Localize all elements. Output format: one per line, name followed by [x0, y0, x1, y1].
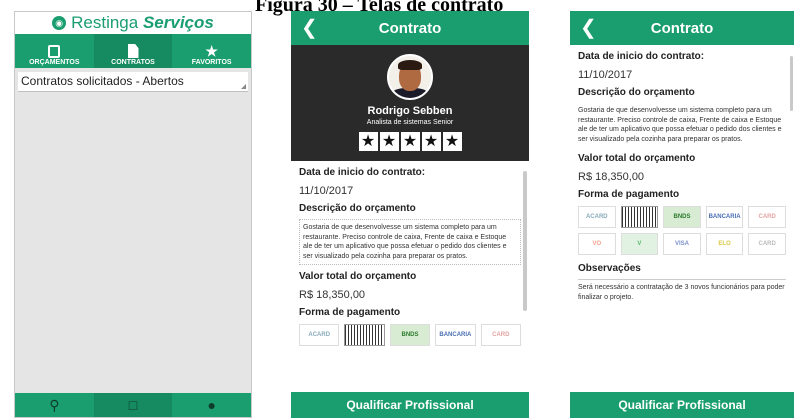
- scrollbar[interactable]: [790, 56, 793, 111]
- date-value: 11/10/2017: [299, 185, 354, 197]
- tab-contratos[interactable]: CONTRATOS: [93, 34, 173, 68]
- brand-mark-icon: ◉: [52, 16, 67, 30]
- observations-text: Será necessário a contratação de 3 novos…: [578, 279, 786, 305]
- star-icon: ★: [400, 132, 420, 151]
- search-icon[interactable]: ⚲: [15, 393, 94, 417]
- star-icon: ★: [379, 132, 399, 151]
- star-icon: ★: [421, 132, 441, 151]
- payment-boleto-icon[interactable]: [620, 206, 659, 228]
- user-icon[interactable]: ●: [172, 393, 251, 417]
- observations-label: Observações: [578, 263, 641, 274]
- payment-methods: ACARD BNDS BANCARIA CARD: [299, 324, 521, 346]
- payment-card-icon[interactable]: CARD: [480, 324, 521, 346]
- description-label: Descrição do orçamento: [299, 203, 416, 214]
- star-icon: ★: [442, 132, 462, 151]
- payment-card-icon[interactable]: CARD: [748, 206, 786, 228]
- payment-bndes-icon[interactable]: BNDS: [389, 324, 431, 346]
- payment-card-icon[interactable]: CARD: [748, 233, 786, 255]
- brand-suffix: Serviços: [142, 13, 214, 32]
- payment-boleto-icon[interactable]: [344, 324, 385, 346]
- payment-card-icon[interactable]: ACARD: [299, 324, 340, 346]
- payment-label: Forma de pagamento: [299, 307, 401, 318]
- qualificar-profissional-button[interactable]: Qualificar Profissional: [291, 392, 529, 418]
- bottom-nav: ⚲ □ ●: [15, 393, 251, 417]
- total-value: R$ 18,350,00: [299, 289, 366, 301]
- back-icon[interactable]: ❮: [580, 15, 597, 40]
- total-value: R$ 18,350,00: [578, 171, 645, 183]
- clipboard-check-icon: [48, 45, 61, 58]
- top-tabs: ORÇAMENTOS CONTRATOS ★ FAVORITOS: [15, 34, 251, 68]
- header: ❮ Contrato: [291, 11, 529, 45]
- page-title: Contrato: [650, 19, 714, 37]
- date-label: Data de inicio do contrato:: [578, 51, 705, 62]
- tab-favoritos-label: FAVORITOS: [191, 59, 232, 66]
- star-icon: ★: [358, 132, 378, 151]
- payment-card-icon[interactable]: VO: [578, 233, 616, 255]
- avatar: [387, 54, 433, 100]
- payment-card-icon[interactable]: V: [620, 233, 659, 255]
- clipboard-icon[interactable]: □: [93, 393, 173, 417]
- payment-visa-icon[interactable]: VISA: [663, 233, 701, 255]
- payment-bndes-icon[interactable]: BNDS: [663, 206, 701, 228]
- date-label: Data de inicio do contrato:: [299, 167, 426, 178]
- payment-methods: ACARD BNDS BANCARIA CARD VO V VISA ELO C…: [578, 206, 786, 255]
- tab-contratos-label: CONTRATOS: [111, 59, 155, 66]
- description-text: Gostaria de que desenvolvesse um sistema…: [299, 219, 521, 265]
- brand-prefix: Restinga: [71, 13, 139, 32]
- tab-orcamentos-label: ORÇAMENTOS: [29, 59, 80, 66]
- payment-card-icon[interactable]: ACARD: [578, 206, 616, 228]
- description-text: Gostaria de que desenvolvesse um sistema…: [578, 107, 782, 143]
- qualificar-profissional-button[interactable]: Qualificar Profissional: [570, 392, 794, 418]
- date-value: 11/10/2017: [578, 69, 633, 81]
- description-label: Descrição do orçamento: [578, 87, 695, 98]
- rating-stars: ★ ★ ★ ★ ★: [358, 132, 462, 151]
- page-title: Contrato: [378, 19, 442, 37]
- contracts-filter-dropdown[interactable]: Contratos solicitados - Abertos: [18, 72, 248, 92]
- total-label: Valor total do orçamento: [299, 271, 417, 282]
- payment-elo-icon[interactable]: ELO: [705, 233, 744, 255]
- app-logo: ◉ Restinga Serviços: [15, 12, 251, 34]
- contract-content: Data de inicio do contrato: 11/10/2017 D…: [570, 51, 794, 305]
- tab-favoritos[interactable]: ★ FAVORITOS: [172, 34, 251, 68]
- header: ❮ Contrato: [570, 11, 794, 45]
- brand-name: Restinga Serviços: [71, 13, 214, 33]
- payment-label: Forma de pagamento: [578, 189, 680, 200]
- payment-bank-transfer-icon[interactable]: BANCARIA: [705, 206, 744, 228]
- star-icon: ★: [205, 43, 218, 59]
- professional-role: Analista de sistemas Senior: [366, 119, 454, 126]
- total-label: Valor total do orçamento: [578, 153, 696, 164]
- payment-bank-transfer-icon[interactable]: BANCARIA: [435, 324, 476, 346]
- back-icon[interactable]: ❮: [301, 15, 318, 40]
- professional-name: Rodrigo Sebben: [367, 105, 453, 117]
- tab-orcamentos[interactable]: ORÇAMENTOS: [15, 34, 94, 68]
- contract-detail-screen: ❮ Contrato Rodrigo Sebben Analista de si…: [291, 11, 529, 418]
- professional-profile: Rodrigo Sebben Analista de sistemas Seni…: [291, 45, 529, 161]
- document-icon: [127, 44, 139, 58]
- contract-content: Data de inicio do contrato: 11/10/2017 D…: [291, 167, 529, 346]
- scrollbar[interactable]: [523, 171, 527, 311]
- figure-root: Figura 30 – Telas de contrato ◉ Restinga…: [0, 0, 795, 418]
- contract-detail-scrolled-screen: ❮ Contrato Data de inicio do contrato: 1…: [570, 11, 794, 418]
- contracts-list-screen: ◉ Restinga Serviços ORÇAMENTOS CONTRATOS…: [14, 11, 252, 418]
